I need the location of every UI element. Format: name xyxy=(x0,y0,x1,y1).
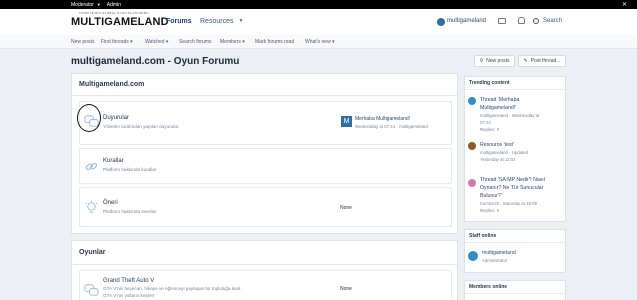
trending-meta: multigameland · Updated xyxy=(480,150,529,155)
node-title[interactable]: Duyurular xyxy=(103,115,129,121)
new-posts-button[interactable]: ⚲ New posts xyxy=(474,55,515,67)
forum-node[interactable]: Duyurular Yönetim tarafından yapılan duy… xyxy=(79,101,452,145)
pencil-icon: ✎ xyxy=(523,58,528,64)
chevron-down-icon: ▼ xyxy=(96,2,101,7)
pin-icon: ⚲ xyxy=(479,58,484,64)
search-label: Search xyxy=(543,18,563,24)
subnav-whats-new[interactable]: What's new ▾ xyxy=(305,39,335,45)
avatar[interactable] xyxy=(468,179,476,187)
trending-item[interactable]: Resource 'test' multigameland · Updated … xyxy=(468,141,564,167)
logo-tagline: TÜRKİYE'NİN GLOBAL OYUN PLATFORMU xyxy=(79,11,149,15)
trending-title[interactable]: Resource 'test' xyxy=(480,141,514,149)
site-header: TÜRKİYE'NİN GLOBAL OYUN PLATFORMU MULTIG… xyxy=(0,9,637,35)
trending-title[interactable]: Bulunur?' xyxy=(480,192,502,200)
subnav-members[interactable]: Members ▾ xyxy=(220,39,245,45)
nav-resources[interactable]: Resources ▼ xyxy=(200,18,243,25)
trending-item[interactable]: Thread 'SA:MP Nedir? Nasıl Oynanır? Ne T… xyxy=(468,176,564,220)
trending-title[interactable]: Thread 'SA:MP Nedir? Nasıl xyxy=(480,176,545,184)
subnav-search-forums[interactable]: Search forums xyxy=(179,39,212,45)
category-heading[interactable]: Multigameland.com xyxy=(72,74,457,96)
category-heading[interactable]: Oyunlar xyxy=(72,241,457,265)
members-online-block: Members online xyxy=(464,280,566,300)
close-icon[interactable]: ✕ xyxy=(622,1,627,8)
trending-title[interactable]: Oynanır? Ne Tür Sunucular xyxy=(480,184,543,192)
node-description: GTA V'nin heyecan, hikaye ve eğlenceyi p… xyxy=(103,286,242,291)
trending-meta: Yesterday at 11:02 xyxy=(480,157,516,162)
sidebar-heading: Staff online xyxy=(465,230,565,243)
staff-member[interactable]: multigameland Administrator xyxy=(468,249,564,269)
chevron-down-icon: ▼ xyxy=(238,18,244,24)
category-block: Oyunlar Grand Theft Auto V GTA V'nin hey… xyxy=(71,240,458,300)
moderator-menu[interactable]: Moderator ▼ xyxy=(71,2,101,8)
site-logo[interactable]: TÜRKİYE'NİN GLOBAL OYUN PLATFORMU MULTIG… xyxy=(71,11,169,28)
link-icon xyxy=(85,162,98,171)
search-button[interactable]: Search xyxy=(533,18,562,24)
lightbulb-icon xyxy=(85,200,98,213)
trending-content-block: Trending content Thread 'Merhaba Multiga… xyxy=(464,76,566,222)
avatar[interactable] xyxy=(468,142,476,150)
nav-forums[interactable]: Forums xyxy=(166,18,192,25)
avatar[interactable] xyxy=(437,18,445,26)
forum-node[interactable]: Grand Theft Auto V GTA V'nin heyecan, hi… xyxy=(79,270,452,300)
page-title: multigameland.com - Oyun Forumu xyxy=(71,56,240,67)
node-description: Platform hakkında kurallar xyxy=(103,167,157,172)
avatar[interactable] xyxy=(468,97,476,105)
search-icon xyxy=(533,18,539,24)
staff-online-block: Staff online multigameland Administrator xyxy=(464,229,566,273)
chat-bubbles-icon xyxy=(84,284,99,296)
trending-meta: multigameland · Wednesday at xyxy=(480,113,540,118)
node-title[interactable]: Kurallar xyxy=(103,158,124,164)
envelope-icon[interactable] xyxy=(498,18,506,24)
annotation-circle xyxy=(77,104,101,132)
admin-label: Admin xyxy=(106,1,121,8)
node-description: Platform hakkında öneriler xyxy=(103,209,157,214)
staff-role: Administrator xyxy=(482,258,508,263)
post-thread-label: Post thread... xyxy=(530,58,561,64)
last-post-none: None xyxy=(340,205,352,211)
last-post-meta: Wednesday at 07:24 · multigameland xyxy=(355,124,428,129)
subnav-find-threads[interactable]: Find threads ▾ xyxy=(101,39,133,45)
nav-resources-label: Resources xyxy=(200,18,234,25)
trending-title[interactable]: Thread 'Merhaba xyxy=(480,96,519,104)
user-name[interactable]: multigameland xyxy=(447,18,486,24)
staff-name[interactable]: multigameland xyxy=(482,249,516,257)
logo-wordmark: MULTIGAMELAND xyxy=(71,16,169,28)
staff-bar: Moderator ▼ Admin ✕ xyxy=(0,0,637,9)
trending-meta: 07:24 xyxy=(480,120,491,125)
forum-node[interactable]: Kurallar Platform hakkında kurallar xyxy=(79,148,452,184)
sub-navigation: New posts Find threads ▾ Watched ▾ Searc… xyxy=(0,35,637,49)
trending-meta: Kumlos20 · Saturday at 18:09 xyxy=(480,201,537,206)
moderator-label: Moderator xyxy=(71,1,94,8)
sidebar-heading: Trending content xyxy=(465,77,565,90)
sidebar-heading: Members online xyxy=(465,281,565,294)
trending-meta: Replies: 0 xyxy=(480,127,500,132)
trending-meta: Replies: 0 xyxy=(480,208,500,213)
node-description: GTA V'nin yolların keşfet! xyxy=(103,293,155,298)
admin-link[interactable]: Admin xyxy=(107,2,121,8)
avatar[interactable] xyxy=(468,251,478,261)
node-title[interactable]: Öneri xyxy=(103,200,118,206)
trending-title[interactable]: Multigameland!' xyxy=(480,104,516,112)
subnav-watched[interactable]: Watched ▾ xyxy=(145,39,168,45)
last-post-none: None xyxy=(340,286,352,292)
category-block: Multigameland.com Duyurular Yönetim tara… xyxy=(71,73,458,234)
forum-node[interactable]: Öneri Platform hakkında öneriler None xyxy=(79,187,452,227)
post-thread-button[interactable]: ✎ Post thread... xyxy=(518,55,566,67)
bell-icon[interactable] xyxy=(518,17,525,24)
subnav-mark-forums-read[interactable]: Mark forums read xyxy=(255,39,294,45)
node-title[interactable]: Grand Theft Auto V xyxy=(103,278,154,284)
subnav-new-posts[interactable]: New posts xyxy=(71,39,94,45)
node-description: Yönetim tarafından yapılan duyurular. xyxy=(103,124,180,129)
new-posts-label: New posts xyxy=(486,58,510,64)
avatar[interactable]: M xyxy=(341,116,352,127)
trending-item[interactable]: Thread 'Merhaba Multigameland!' multigam… xyxy=(468,96,564,138)
last-post-title[interactable]: Merhaba Multigameland! xyxy=(355,116,410,122)
